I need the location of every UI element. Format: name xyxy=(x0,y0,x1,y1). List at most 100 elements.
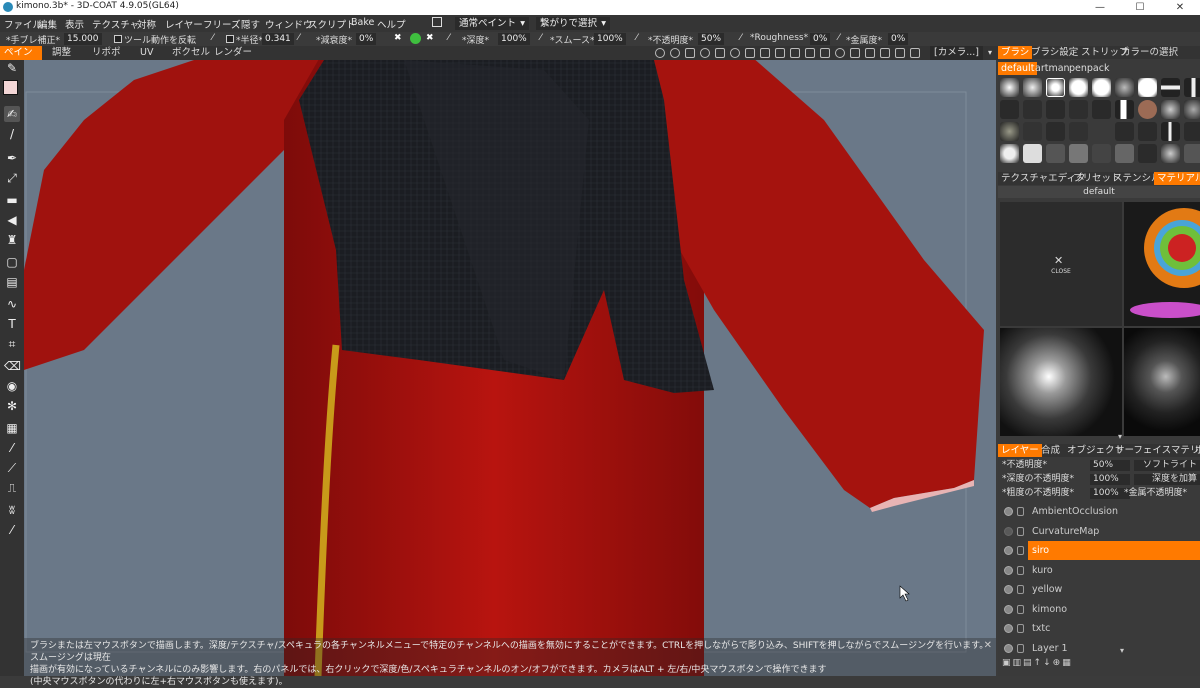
brush-item[interactable] xyxy=(1023,100,1042,119)
brush-item[interactable] xyxy=(1092,78,1111,97)
layer-row[interactable]: AmbientOcclusion xyxy=(998,502,1200,521)
eye-icon[interactable] xyxy=(1004,604,1013,614)
depth-pen-icon[interactable]: ⁄ xyxy=(448,33,450,43)
tab-blend[interactable]: 合成 xyxy=(1038,444,1063,457)
material-set-label[interactable]: default xyxy=(998,186,1200,198)
roughness-pen-icon[interactable]: ⁄ xyxy=(740,33,742,43)
menu-window[interactable]: ウィンドウ xyxy=(265,17,313,31)
brush-item[interactable] xyxy=(1115,144,1134,163)
spray-tool-icon[interactable]: ◀ xyxy=(4,212,20,228)
eye-tool-icon[interactable]: ◉ xyxy=(4,378,20,394)
layer-row[interactable]: kimono xyxy=(998,600,1200,619)
tab-layers[interactable]: レイヤー xyxy=(998,444,1042,457)
paint-mode-dropdown[interactable]: 通常ペイント ▾ xyxy=(455,17,529,30)
menu-help[interactable]: ヘルプ xyxy=(377,17,406,31)
menu-view[interactable]: 表示 xyxy=(65,17,84,31)
tab-uv[interactable]: UV xyxy=(136,46,157,60)
brush-item[interactable] xyxy=(1184,100,1200,119)
material-close-tile[interactable]: ✕ CLOSE xyxy=(1000,202,1122,326)
tab-voxels[interactable]: ボクセル xyxy=(168,46,214,60)
scale-icon[interactable] xyxy=(775,48,785,58)
layer-row[interactable]: yellow xyxy=(998,580,1200,599)
symmetry-icon[interactable] xyxy=(715,48,725,58)
tab-materials[interactable]: マテリアル xyxy=(1154,172,1200,185)
depth-field[interactable]: 100% xyxy=(498,33,530,45)
move-down-icon[interactable]: ↓ xyxy=(1043,658,1053,668)
tab-surface-materials[interactable]: サーフェイスマテリア xyxy=(1112,444,1200,457)
brush-tool-icon[interactable]: ✍ xyxy=(4,106,20,122)
brush-item[interactable] xyxy=(1092,122,1111,141)
merge-icon[interactable]: ⊕ xyxy=(1053,658,1063,668)
undo-view-icon[interactable] xyxy=(820,48,830,58)
eye-icon[interactable] xyxy=(1004,643,1013,653)
sphere-icon[interactable] xyxy=(730,48,740,58)
airbrush-tool-icon[interactable]: ✒ xyxy=(4,150,20,166)
depth-mode-dropdown[interactable]: 深度を加算 xyxy=(1134,474,1200,485)
brush-item[interactable] xyxy=(1069,144,1088,163)
stroke-correction-field[interactable]: 15.000 xyxy=(64,33,102,45)
tape-tool-icon[interactable]: ⁄ xyxy=(4,522,20,538)
scroll-down-icon[interactable]: ▾ xyxy=(1120,646,1124,655)
falloff-curve-icon[interactable]: ⁄ xyxy=(298,33,300,43)
perspective-icon[interactable] xyxy=(700,48,710,58)
fill-tool-icon[interactable]: ⤢ xyxy=(4,170,20,186)
menu-bake[interactable]: Bake xyxy=(351,17,374,28)
brush-item[interactable] xyxy=(1115,122,1134,141)
brush-item[interactable] xyxy=(1000,100,1019,119)
stamp-tool-icon[interactable]: ♜ xyxy=(4,232,20,248)
brush-item[interactable] xyxy=(1161,122,1180,141)
3d-viewport[interactable] xyxy=(24,60,996,676)
clone-tool-icon[interactable]: ⎍ xyxy=(4,480,20,496)
brush-item[interactable] xyxy=(1184,78,1200,97)
layer-row-selected[interactable]: siro xyxy=(998,541,1200,560)
minimize-button[interactable]: — xyxy=(1080,0,1120,15)
layer-opacity-field[interactable]: 50% xyxy=(1090,460,1130,471)
ortho-icon[interactable] xyxy=(805,48,815,58)
lighting-icon[interactable] xyxy=(670,48,680,58)
tab-more[interactable]: ポ xyxy=(1192,444,1200,457)
brush-item[interactable] xyxy=(1115,100,1134,119)
clear-x-icon-2[interactable]: ✖ xyxy=(426,33,434,43)
brush-item[interactable] xyxy=(1000,122,1019,141)
opacity-field[interactable]: 50% xyxy=(698,33,725,45)
hatch-icon[interactable] xyxy=(880,48,890,58)
rotate-icon[interactable] xyxy=(760,48,770,58)
delete-layer-icon[interactable]: ▥ xyxy=(1013,658,1024,668)
brush-item[interactable] xyxy=(1184,122,1200,141)
brush-item[interactable] xyxy=(1023,122,1042,141)
tab-render[interactable]: レンダー xyxy=(210,46,256,60)
menu-symmetry[interactable]: 対称 xyxy=(137,17,156,31)
brush-item[interactable] xyxy=(1092,144,1111,163)
tab-brush-settings[interactable]: ブラシ設定 xyxy=(1028,46,1081,59)
brush-item[interactable] xyxy=(1000,144,1019,163)
lock-icon[interactable] xyxy=(1017,565,1024,575)
material-preview-dark[interactable] xyxy=(1124,328,1200,436)
frame-icon[interactable] xyxy=(910,48,920,58)
clear-x-icon[interactable]: ✖ xyxy=(394,33,402,43)
opacity-pen-icon[interactable]: ⁄ xyxy=(636,33,638,43)
no-entry-icon[interactable] xyxy=(835,48,845,58)
brush-item[interactable] xyxy=(1138,122,1157,141)
brush-item[interactable] xyxy=(1046,100,1065,119)
smooth-field[interactable]: 100% xyxy=(594,33,626,45)
eye-icon[interactable] xyxy=(1004,546,1013,555)
material-preview-eyeball[interactable] xyxy=(1124,202,1200,326)
knife-tool-icon[interactable]: ⟋ xyxy=(4,460,20,476)
page-tool-icon[interactable]: ▤ xyxy=(4,274,20,290)
brush-item[interactable] xyxy=(1069,122,1088,141)
brush-item[interactable] xyxy=(1046,122,1065,141)
maximize-button[interactable]: ☐ xyxy=(1120,0,1160,15)
eye-icon[interactable] xyxy=(1004,526,1013,536)
brush-item[interactable] xyxy=(1023,144,1042,163)
eye-icon[interactable] xyxy=(1004,624,1013,633)
tab-color-select[interactable]: カラーの選択 xyxy=(1118,46,1181,59)
tab-paint[interactable]: ペイント xyxy=(0,46,42,72)
screen-icon[interactable] xyxy=(895,48,905,58)
new-layer-icon[interactable]: ▣ xyxy=(1002,658,1013,668)
brush-item[interactable] xyxy=(1138,100,1157,119)
brush-item[interactable] xyxy=(1161,144,1180,163)
menu-script[interactable]: スクリプト xyxy=(308,17,356,31)
brush-item[interactable] xyxy=(1069,78,1088,97)
eye-icon[interactable] xyxy=(1004,565,1013,575)
radius-field[interactable]: 0.341 xyxy=(262,33,294,45)
